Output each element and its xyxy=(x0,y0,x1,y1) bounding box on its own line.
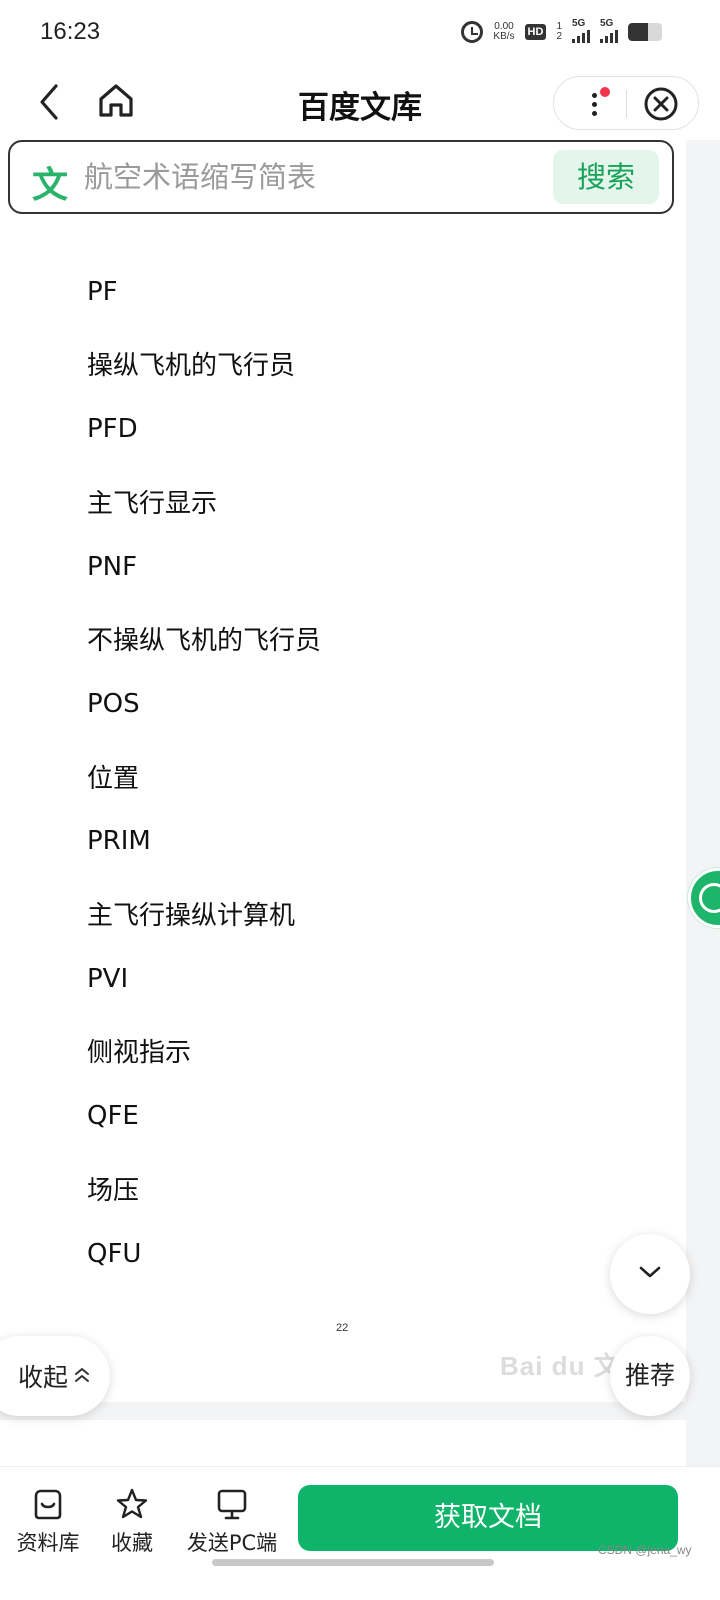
favorite-button[interactable]: 收藏 xyxy=(108,1487,156,1557)
collapse-button[interactable]: 收起 xyxy=(0,1336,110,1416)
network-speed: 0.00 KB/s xyxy=(493,21,515,42)
close-circle-icon xyxy=(644,87,678,121)
search-bar: 文 搜索 xyxy=(8,140,674,214)
document-page: PF 操纵飞机的飞行员 PFD 主飞行显示 PNF 不操纵飞机的飞行员 POS … xyxy=(0,224,686,1420)
battery-fill xyxy=(628,22,649,41)
term-line: PVI xyxy=(87,964,129,994)
term-line: 主飞行显示 xyxy=(87,489,218,519)
page-separator xyxy=(0,1402,686,1420)
monitor-icon xyxy=(217,1489,247,1520)
term-line: QFE xyxy=(87,1101,139,1131)
library-icon xyxy=(34,1489,62,1520)
send-to-pc-label: 发送PC端 xyxy=(186,1531,278,1555)
status-bar: 16:23 0.00 KB/s HD 1 2 5G 5G xyxy=(0,0,720,68)
favorite-label: 收藏 xyxy=(111,1531,153,1555)
signal-1-tag: 5G xyxy=(572,18,586,29)
signal-2-tag: 5G xyxy=(600,18,614,29)
csdn-credit: CSDN @jena_wy xyxy=(598,1543,692,1557)
page-scroll-rail xyxy=(686,140,720,1470)
term-line: PF xyxy=(87,277,118,307)
battery-icon xyxy=(628,22,662,41)
network-speed-unit: KB/s xyxy=(493,30,515,42)
wenku-logo-icon: 文 xyxy=(32,165,69,206)
term-line: POS xyxy=(87,689,140,719)
double-chevron-up-icon xyxy=(75,1368,89,1382)
term-line: QFU xyxy=(87,1239,142,1269)
alarm-icon xyxy=(461,20,484,43)
term-line: 主飞行操纵计算机 xyxy=(87,901,296,931)
home-indicator[interactable] xyxy=(212,1559,494,1566)
page-number: 22 xyxy=(336,1322,349,1334)
send-to-pc-button[interactable]: 发送PC端 xyxy=(186,1487,278,1557)
app-header: 百度文库 xyxy=(0,68,720,138)
term-line: 侧视指示 xyxy=(87,1038,192,1068)
term-line: PRIM xyxy=(87,826,151,856)
chevron-down-icon xyxy=(639,1266,661,1278)
mini-program-capsule xyxy=(553,76,699,130)
assistant-icon xyxy=(699,883,720,913)
status-time: 16:23 xyxy=(40,18,101,45)
search-button[interactable]: 搜索 xyxy=(553,150,659,204)
term-line: 操纵飞机的飞行员 xyxy=(87,351,296,381)
hd-icon: HD xyxy=(524,23,547,40)
recommend-button[interactable]: 推荐 xyxy=(610,1336,690,1416)
search-input[interactable] xyxy=(84,154,544,200)
collapse-label: 收起 xyxy=(18,1363,69,1392)
term-line: 场压 xyxy=(87,1176,140,1206)
more-button[interactable] xyxy=(574,83,614,125)
library-button[interactable]: 资料库 xyxy=(16,1487,80,1557)
library-label: 资料库 xyxy=(16,1531,80,1555)
close-button[interactable] xyxy=(643,86,679,122)
star-icon xyxy=(116,1488,148,1519)
term-line: 不操纵飞机的飞行员 xyxy=(87,626,322,656)
notification-dot xyxy=(600,87,610,97)
sim-slot-indicator: 1 2 xyxy=(556,20,562,42)
scroll-down-button[interactable] xyxy=(610,1234,690,1314)
status-icons: 0.00 KB/s HD 1 2 5G 5G xyxy=(461,18,662,43)
bottom-action-bar: 资料库 收藏 发送PC端 获取文档 CSDN @jena_wy xyxy=(0,1466,720,1600)
term-line: 位置 xyxy=(87,764,140,794)
get-document-button[interactable]: 获取文档 xyxy=(298,1485,678,1551)
signal-icon-1: 5G xyxy=(572,18,590,43)
term-line: PFD xyxy=(87,414,138,444)
term-line: PNF xyxy=(87,552,138,582)
signal-icon-2: 5G xyxy=(600,18,618,43)
capsule-divider xyxy=(626,90,627,118)
